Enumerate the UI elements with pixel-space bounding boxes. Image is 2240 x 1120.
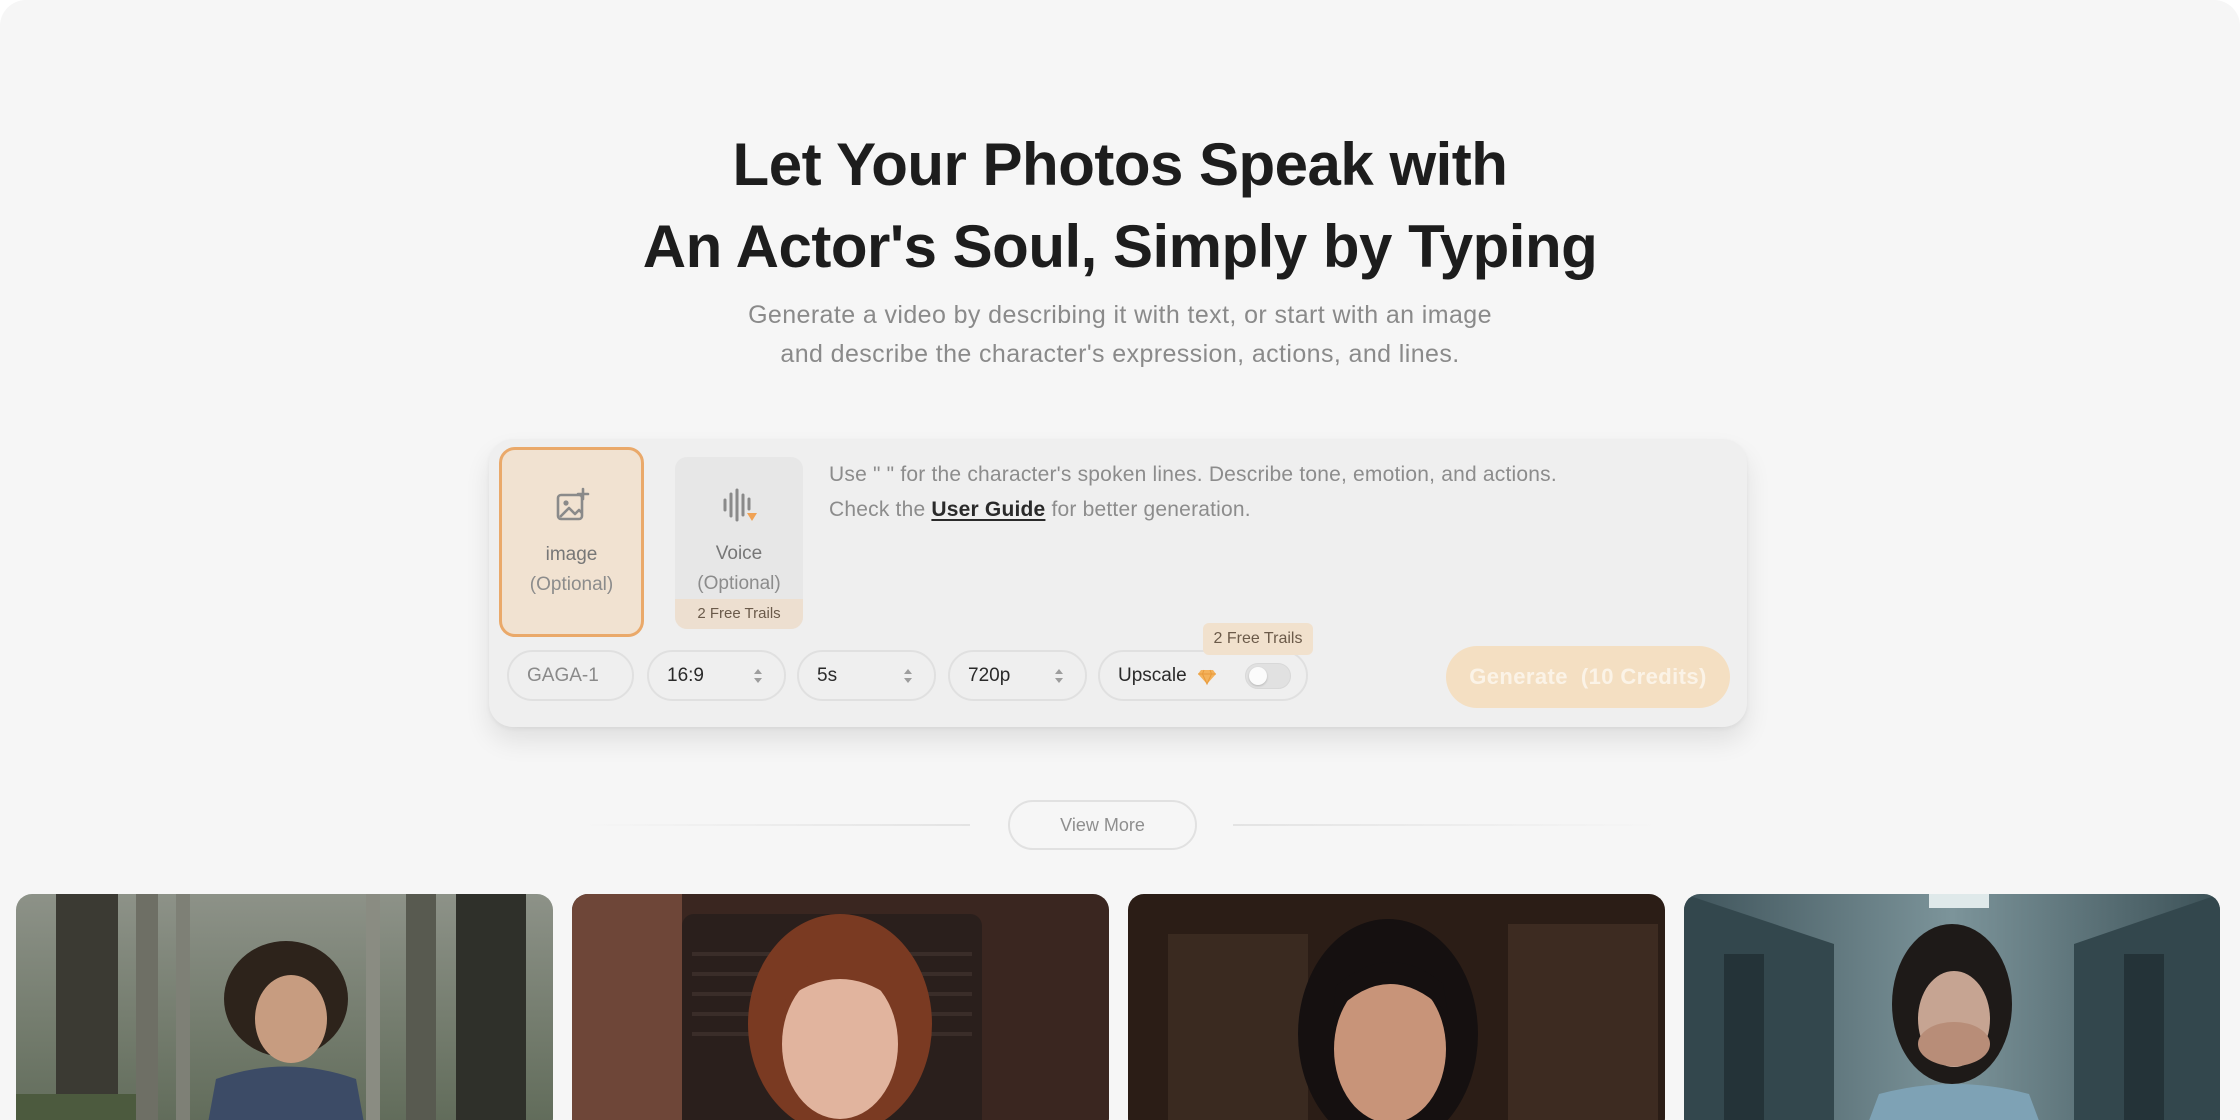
prompt-input[interactable]: Use " " for the character's spoken lines… <box>829 457 1709 527</box>
hero-title: Let Your Photos Speak with An Actor's So… <box>0 124 2240 288</box>
duration-select[interactable]: 5s <box>797 650 936 701</box>
upscale-control: Upscale <box>1098 650 1308 701</box>
voice-free-trials-badge: 2 Free Trails <box>675 599 803 629</box>
updown-chevron-icon <box>754 669 762 683</box>
voice-upload-label: Voice <box>715 543 763 564</box>
woman-dark-hair-image <box>1128 894 1665 1120</box>
image-upload-label: image <box>545 544 598 565</box>
view-more-button[interactable]: View More <box>1008 800 1197 850</box>
prompt-guide-suffix: for better generation. <box>1045 498 1251 521</box>
generate-button[interactable]: Generate (10 Credits) <box>1446 646 1730 708</box>
divider-left <box>578 824 970 826</box>
divider-right <box>1233 824 1663 826</box>
gem-icon <box>1197 669 1216 685</box>
hero-subtitle-line-2: and describe the character's expression,… <box>780 340 1460 368</box>
resolution-select[interactable]: 720p <box>948 650 1087 701</box>
model-select[interactable]: GAGA-1 <box>507 650 634 701</box>
hero-title-line-1: Let Your Photos Speak with <box>732 131 1508 198</box>
resolution-value: 720p <box>968 664 1011 686</box>
voice-wave-icon <box>723 488 757 522</box>
aspect-ratio-select[interactable]: 16:9 <box>647 650 786 701</box>
page: Let Your Photos Speak with An Actor's So… <box>0 0 2240 1120</box>
gallery-video-thumbnail[interactable] <box>1684 894 2220 1120</box>
user-guide-link[interactable]: User Guide <box>931 498 1045 521</box>
hero-subtitle-line-1: Generate a video by describing it with t… <box>748 301 1492 329</box>
hero-title-line-2: An Actor's Soul, Simply by Typing <box>642 213 1598 280</box>
forest-boy-image <box>16 894 553 1120</box>
prompt-composer: image (Optional) Voice (Optional) 2 Free… <box>489 439 1747 727</box>
updown-chevron-icon <box>904 669 912 683</box>
updown-chevron-icon <box>1055 669 1063 683</box>
voice-upload-button[interactable]: Voice (Optional) 2 Free Trails <box>675 457 803 629</box>
image-plus-icon <box>556 487 589 521</box>
gallery-video-thumbnail[interactable] <box>572 894 1109 1120</box>
prompt-guide-prefix: Check the <box>829 498 932 521</box>
model-value: GAGA-1 <box>527 664 599 686</box>
image-upload-button[interactable]: image (Optional) <box>499 447 644 637</box>
voice-upload-sublabel: (Optional) <box>697 573 781 594</box>
gallery-video-thumbnail[interactable] <box>1128 894 1665 1120</box>
prompt-placeholder-line-1: Use " " for the character's spoken lines… <box>829 463 1557 486</box>
duration-value: 5s <box>817 664 838 686</box>
gallery-video-thumbnail[interactable] <box>16 894 553 1120</box>
upscale-toggle[interactable] <box>1245 663 1291 689</box>
upscale-label: Upscale <box>1118 664 1187 686</box>
hero-subtitle: Generate a video by describing it with t… <box>0 296 2240 374</box>
hospital-woman-image <box>1684 894 2220 1120</box>
aspect-ratio-value: 16:9 <box>667 664 704 686</box>
prompt-placeholder-line-2: Check the User Guide for better generati… <box>829 492 1709 527</box>
image-upload-sublabel: (Optional) <box>529 574 614 595</box>
woman-red-hair-image <box>572 894 1109 1120</box>
upscale-free-trials-tooltip: 2 Free Trails <box>1203 623 1313 655</box>
